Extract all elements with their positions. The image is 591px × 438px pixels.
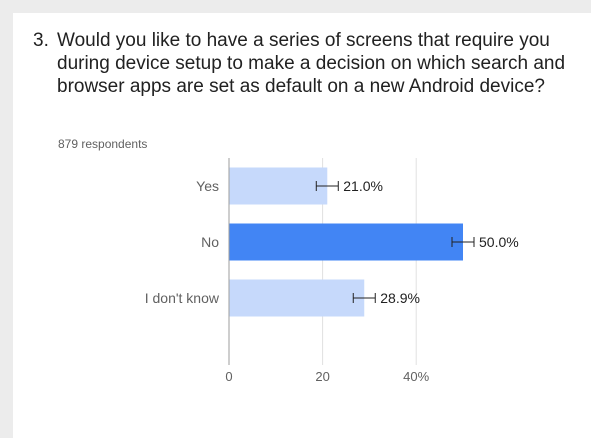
category-label: I don't know [145,290,220,306]
x-tick-label: 20 [315,369,329,384]
value-label: 50.0% [479,234,519,250]
category-label: No [201,234,219,250]
value-label: 28.9% [380,290,420,306]
bar[interactable] [229,279,365,317]
category-label: Yes [196,178,219,194]
bar-chart: 0 20 40% Yes 21.0% No 50.0% I don't know 28.9% [145,158,519,384]
bar[interactable] [229,167,328,205]
x-tick-label: 40% [403,369,429,384]
value-label: 21.0% [343,178,383,194]
x-tick-label: 0 [225,369,232,384]
question-card: 3. Would you like to have a series of sc… [13,13,591,438]
bar[interactable] [229,223,463,261]
